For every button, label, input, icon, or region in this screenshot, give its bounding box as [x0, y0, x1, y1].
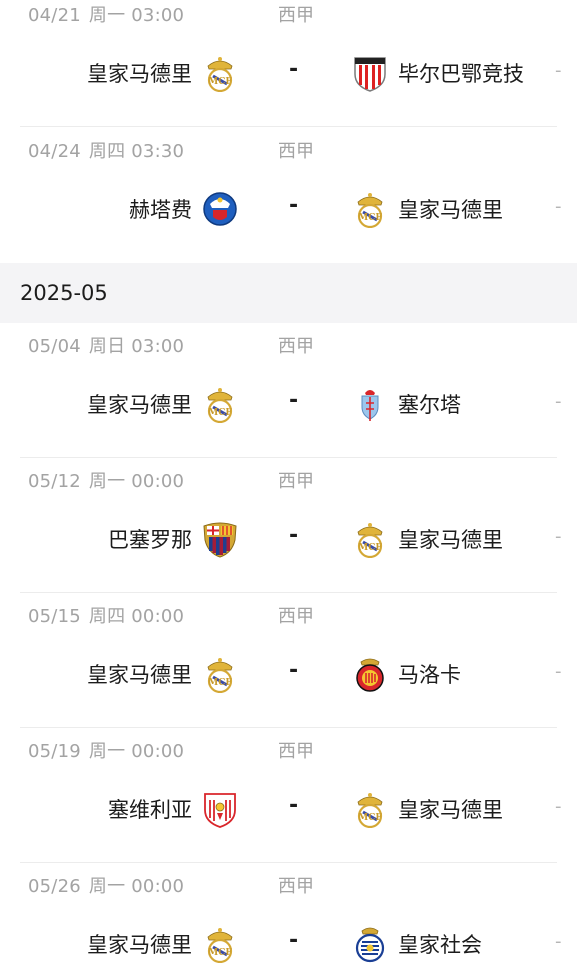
- away-team-name: 皇家马德里: [398, 798, 503, 822]
- month-label: 2025-05: [20, 281, 108, 305]
- score-placeholder: -: [555, 60, 562, 81]
- real-madrid-logo-icon: MCF: [202, 655, 238, 693]
- vs-separator: -: [289, 928, 299, 953]
- match-datetime: 05/04 周日 03:00: [28, 332, 184, 358]
- match-time: 00:00: [131, 606, 185, 627]
- match-row[interactable]: 04/24 周四 03:30 西甲 赫塔费 - MCF 皇家马德里 -: [0, 128, 577, 263]
- match-datetime: 04/21 周一 03:00: [28, 1, 184, 27]
- row-divider: [20, 126, 557, 127]
- svg-text:MCF: MCF: [208, 77, 232, 87]
- real-madrid-logo-icon: MCF: [352, 520, 388, 558]
- score-placeholder: -: [555, 391, 562, 412]
- barcelona-logo-icon: [202, 520, 238, 558]
- real-madrid-logo-icon: MCF: [352, 790, 388, 828]
- home-team-name: 巴塞罗那: [108, 528, 192, 552]
- match-time: 03:00: [131, 5, 185, 26]
- score-placeholder: -: [555, 931, 562, 952]
- vs-separator: -: [289, 57, 299, 82]
- match-time: 00:00: [131, 876, 185, 897]
- match-time: 00:00: [131, 471, 185, 492]
- vs-separator: -: [289, 193, 299, 218]
- league-label: 西甲: [278, 741, 314, 762]
- svg-text:MCF: MCF: [208, 948, 232, 958]
- real-madrid-logo-icon: MCF: [202, 54, 238, 92]
- match-weekday: 周一: [88, 876, 126, 897]
- home-team-name: 皇家马德里: [87, 663, 192, 687]
- match-datetime: 05/12 周一 00:00: [28, 467, 184, 493]
- match-datetime: 05/19 周一 00:00: [28, 737, 184, 763]
- match-row[interactable]: 05/19 周一 00:00 西甲 塞维利亚 - MCF 皇家马德里 -: [0, 728, 577, 863]
- match-weekday: 周四: [88, 606, 126, 627]
- match-weekday: 周一: [88, 741, 126, 762]
- home-team-name: 皇家马德里: [87, 62, 192, 86]
- celta-logo-icon: [352, 385, 388, 423]
- real-madrid-logo-icon: MCF: [202, 925, 238, 963]
- real-sociedad-logo-icon: [352, 925, 388, 963]
- match-datetime: 04/24 周四 03:30: [28, 137, 184, 163]
- match-time: 03:00: [131, 336, 185, 357]
- month-section-header: 2025-05: [0, 263, 577, 323]
- mallorca-logo-icon: [352, 655, 388, 693]
- match-weekday: 周一: [88, 5, 126, 26]
- score-placeholder: -: [555, 196, 562, 217]
- away-team-name: 毕尔巴鄂竞技: [398, 62, 524, 86]
- svg-text:MCF: MCF: [358, 543, 382, 553]
- away-team-name: 皇家社会: [398, 933, 482, 957]
- vs-separator: -: [289, 388, 299, 413]
- match-row[interactable]: 05/04 周日 03:00 西甲 皇家马德里 MCF - 塞尔塔 -: [0, 323, 577, 458]
- match-date: 04/21: [28, 5, 81, 26]
- score-placeholder: -: [555, 661, 562, 682]
- real-madrid-logo-icon: MCF: [352, 190, 388, 228]
- home-team-name: 赫塔费: [129, 198, 192, 222]
- away-team-name: 塞尔塔: [398, 393, 461, 417]
- match-time: 03:30: [131, 141, 185, 162]
- match-date: 05/26: [28, 876, 81, 897]
- match-time: 00:00: [131, 741, 185, 762]
- home-team-name: 皇家马德里: [87, 393, 192, 417]
- match-datetime: 05/15 周四 00:00: [28, 602, 184, 628]
- match-schedule: 04/21 周一 03:00 西甲 皇家马德里 MCF - 毕尔巴鄂竞技 - 0…: [0, 0, 577, 980]
- league-label: 西甲: [278, 141, 314, 162]
- match-date: 05/19: [28, 741, 81, 762]
- match-weekday: 周一: [88, 471, 126, 492]
- score-placeholder: -: [555, 526, 562, 547]
- svg-text:MCF: MCF: [358, 213, 382, 223]
- match-row[interactable]: 05/26 周一 00:00 西甲 皇家马德里 MCF - 皇家社会 -: [0, 863, 577, 980]
- sevilla-logo-icon: [202, 790, 238, 828]
- match-datetime: 05/26 周一 00:00: [28, 872, 184, 898]
- league-label: 西甲: [278, 5, 314, 26]
- vs-separator: -: [289, 523, 299, 548]
- match-weekday: 周四: [88, 141, 126, 162]
- home-team-name: 塞维利亚: [108, 798, 192, 822]
- match-row[interactable]: 05/15 周四 00:00 西甲 皇家马德里 MCF - 马洛卡 -: [0, 593, 577, 728]
- match-date: 04/24: [28, 141, 81, 162]
- league-label: 西甲: [278, 336, 314, 357]
- away-team-name: 马洛卡: [398, 663, 461, 687]
- vs-separator: -: [289, 793, 299, 818]
- svg-text:MCF: MCF: [358, 813, 382, 823]
- athletic-bilbao-logo-icon: [352, 54, 388, 92]
- league-label: 西甲: [278, 876, 314, 897]
- getafe-logo-icon: [202, 190, 238, 228]
- match-row[interactable]: 05/12 周一 00:00 西甲 巴塞罗那 - MCF 皇家马德里 -: [0, 458, 577, 593]
- league-label: 西甲: [278, 471, 314, 492]
- match-row[interactable]: 04/21 周一 03:00 西甲 皇家马德里 MCF - 毕尔巴鄂竞技 -: [0, 0, 577, 127]
- away-team-name: 皇家马德里: [398, 528, 503, 552]
- match-weekday: 周日: [88, 336, 126, 357]
- match-date: 05/12: [28, 471, 81, 492]
- svg-text:MCF: MCF: [208, 678, 232, 688]
- vs-separator: -: [289, 658, 299, 683]
- real-madrid-logo-icon: MCF: [202, 385, 238, 423]
- league-label: 西甲: [278, 606, 314, 627]
- match-date: 05/04: [28, 336, 81, 357]
- away-team-name: 皇家马德里: [398, 198, 503, 222]
- match-date: 05/15: [28, 606, 81, 627]
- svg-text:MCF: MCF: [208, 408, 232, 418]
- home-team-name: 皇家马德里: [87, 933, 192, 957]
- score-placeholder: -: [555, 796, 562, 817]
